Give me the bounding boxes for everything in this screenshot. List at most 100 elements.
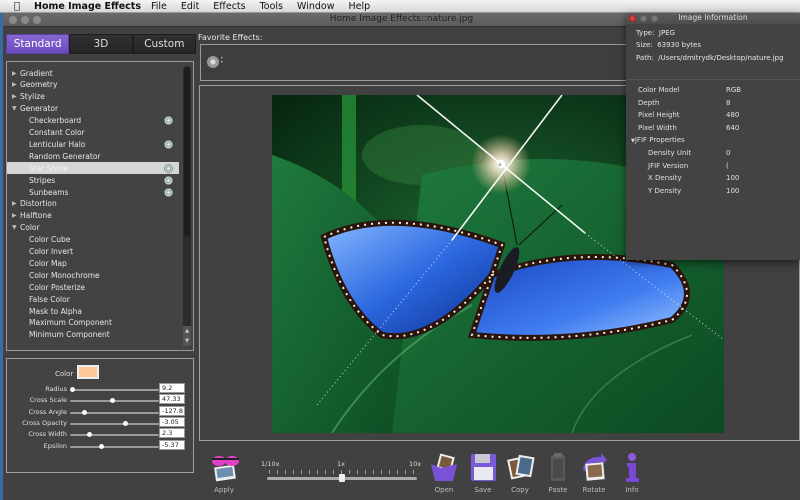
tree-scrollbar-thumb[interactable] [184,67,190,237]
param-slider-thumb[interactable] [123,420,129,426]
menu-effects[interactable]: Effects [213,1,245,12]
menu-window[interactable]: Window [297,1,334,12]
param-slider-thumb[interactable] [86,432,92,438]
add-to-favorites-icon[interactable] [164,175,173,185]
tree-effect-item[interactable]: Mask to Alpha [7,305,179,317]
param-value-field[interactable]: 47.33 [159,394,185,405]
tree-effect-item[interactable]: Star Shine [7,162,179,175]
param-value-field[interactable]: -5.37 [159,439,185,450]
param-value-field[interactable]: -3.05 [159,416,185,427]
tree-effect-item[interactable]: Constant Color [7,127,179,139]
param-label: Cross Angle [28,407,67,416]
param-slider-thumb[interactable] [69,387,75,392]
add-to-favorites-icon[interactable] [164,116,173,126]
apply-button[interactable]: Apply [204,452,244,500]
tree-effect-item[interactable]: Maximum Component [7,317,179,329]
tree-item-label: Random Generator [29,151,101,161]
param-slider-track[interactable] [70,398,159,404]
tree-effect-item[interactable]: Minimum Component [7,329,179,341]
param-slider-track[interactable] [70,443,159,449]
tree-category[interactable]: ▶ Halftone [7,210,179,222]
tree-item-label: Sunbeams [29,187,69,197]
property-name-text: Color Model [638,86,680,94]
tree-item-label: Color [20,223,40,233]
tree-effect-item[interactable]: Random Generator [7,150,179,162]
param-slider-track[interactable] [70,432,159,438]
tree-effect-item[interactable]: Stripes [7,174,179,186]
zoom-slider-thumb[interactable] [339,474,345,482]
tree-effect-item[interactable]: Color Invert [7,246,179,258]
tree-effect-item[interactable]: Color Monochrome [7,269,179,281]
tree-effect-item[interactable]: False Color [7,293,179,305]
color-label: Color [55,370,74,378]
menu-help[interactable]: Help [348,1,370,12]
tree-category[interactable]: ▶ Gradient [7,67,179,79]
svg-text:+: + [497,161,503,169]
param-slider-thumb[interactable] [99,443,105,449]
info-path-label: Path: [636,54,654,62]
save-button[interactable]: Save [463,452,503,500]
menu-edit[interactable]: Edit [181,1,199,12]
tab-custom[interactable]: Custom [132,34,196,54]
param-slider-thumb[interactable] [82,409,88,415]
param-label: Radius [45,385,67,393]
paste-button[interactable]: Paste [538,452,578,500]
param-value-field[interactable]: -127.8 [159,405,185,416]
tab-standard[interactable]: Standard [6,34,70,54]
param-value-field[interactable]: 2.3 [159,428,185,439]
info-property-value: 100 [726,186,740,195]
info-property-value: 640 [726,123,740,132]
info-path: Path: /Users/dmitrydk/Desktop/nature.jpg [636,54,784,62]
disclosure-collapsed-icon[interactable]: ▶ [12,81,20,88]
add-to-favorites-icon[interactable] [164,163,173,173]
info-property-name: Pixel Width [638,124,677,132]
info-button[interactable]: Info [612,452,652,500]
disclosure-collapsed-icon[interactable]: ▶ [12,93,20,100]
param-slider-track[interactable] [69,387,159,392]
tree-effect-item[interactable]: Color Map [7,257,179,269]
menu-file[interactable]: File [151,1,167,12]
tree-item-label: Color Map [29,258,67,268]
info-panel-titlebar[interactable]: Image Information [626,13,800,24]
param-slider-thumb[interactable] [109,398,115,404]
add-to-favorites-icon[interactable] [164,187,173,197]
image-information-panel: Image Information Type: JPEG Size: 63930… [626,13,800,260]
menu-tools[interactable]: Tools [260,1,283,12]
tree-category[interactable]: ▶ Stylize [7,91,179,103]
tree-category[interactable]: ▶ Geometry [7,79,179,91]
copy-label: Copy [511,486,529,494]
tree-effect-item[interactable]: Color Posterize [7,281,179,293]
disclosure-collapsed-icon[interactable]: ▶ [12,212,20,219]
add-to-favorites-icon[interactable] [164,139,173,149]
favorite-effect-star-shine-icon[interactable] [207,56,219,68]
tree-effect-item[interactable]: Color Cube [7,234,179,246]
info-property-name: X Density [648,174,682,182]
tree-category[interactable]: ▼ Color [7,222,179,234]
disclosure-expanded-icon[interactable]: ▼ [12,105,20,112]
color-swatch[interactable] [77,365,99,379]
disclosure-expanded-icon[interactable]: ▼ [12,224,20,231]
property-name-text: Depth [638,98,660,107]
param-slider-track[interactable] [70,409,159,415]
param-value-field[interactable]: 9.2 [159,383,185,393]
disclosure-collapsed-icon[interactable]: ▶ [12,70,20,77]
tree-effect-item[interactable]: Checkerboard [7,115,179,127]
apple-menu-icon[interactable]:  [6,1,28,12]
tree-scrollbar[interactable]: ▲ ▼ [183,66,191,346]
tree-scroll-arrows[interactable]: ▲ ▼ [183,326,191,346]
param-slider-track[interactable] [70,420,159,426]
menu-app-name[interactable]: Home Image Effects [34,1,141,12]
tree-category[interactable]: ▶ Distortion [7,198,179,210]
tab-3d[interactable]: 3D [69,34,133,54]
copy-button[interactable]: Copy [500,452,540,500]
tree-item-label: Gradient [20,68,53,78]
paste-label: Paste [548,486,568,494]
disclosure-collapsed-icon[interactable]: ▶ [12,200,20,207]
open-button[interactable]: Open [424,452,464,500]
info-property-group[interactable]: ▼JFIF Properties [631,136,685,144]
rotate-button[interactable]: Rotate [574,452,614,500]
property-name-text: Density Unit [648,149,692,157]
tree-effect-item[interactable]: Sunbeams [7,186,179,198]
tree-category[interactable]: ▼ Generator [7,103,179,115]
tree-effect-item[interactable]: Lenticular Halo [7,138,179,150]
